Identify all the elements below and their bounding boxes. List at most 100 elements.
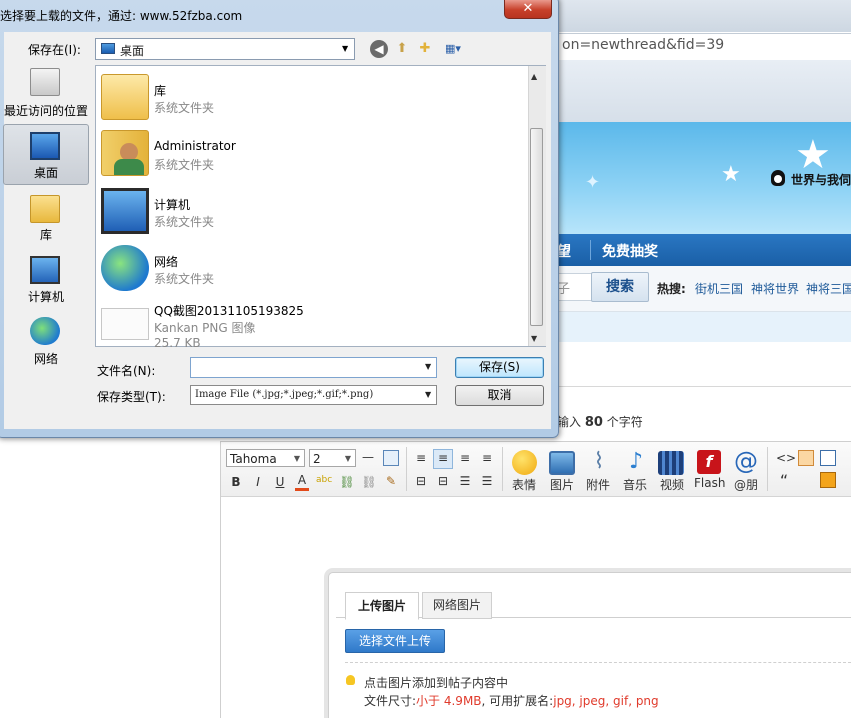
image-icon[interactable] bbox=[549, 451, 575, 475]
scrollbar-thumb[interactable] bbox=[530, 128, 543, 326]
file-item-name[interactable]: 库 bbox=[154, 82, 166, 99]
float-right-icon[interactable]: ⊟ bbox=[435, 473, 451, 489]
clear-format-icon[interactable]: ✎ bbox=[383, 473, 399, 489]
flash-icon[interactable]: f bbox=[697, 450, 721, 474]
free-icon[interactable] bbox=[798, 450, 814, 466]
hot-search-link[interactable]: 神将三国 bbox=[806, 280, 851, 297]
filename-label: 文件名(N): bbox=[97, 364, 156, 378]
music-note-icon[interactable]: ♪ bbox=[623, 450, 649, 474]
table-icon[interactable] bbox=[383, 450, 399, 466]
align-left-icon[interactable]: ≡ bbox=[413, 450, 429, 466]
font-color-button[interactable]: A bbox=[295, 472, 309, 491]
user-body-shape bbox=[114, 159, 144, 175]
save-in-value: 桌面 bbox=[120, 44, 145, 58]
highlight-icon[interactable]: abc bbox=[316, 472, 332, 488]
unlink-icon[interactable]: ⛓ bbox=[361, 474, 377, 490]
chevron-down-icon[interactable]: ▼ bbox=[425, 390, 431, 399]
file-item-name[interactable]: 计算机 bbox=[154, 196, 190, 213]
chevron-down-icon[interactable]: ▼ bbox=[425, 362, 431, 371]
align-center-icon[interactable]: ≡ bbox=[433, 449, 453, 469]
file-item-type: Kankan PNG 图像 bbox=[154, 321, 256, 335]
font-size-select[interactable]: 2 ▼ bbox=[309, 449, 356, 467]
choose-file-upload-button[interactable]: 选择文件上传 bbox=[345, 629, 445, 653]
back-icon[interactable]: ◀ bbox=[370, 40, 388, 58]
up-folder-icon[interactable]: ⬆ bbox=[393, 40, 411, 58]
network-globe-icon bbox=[101, 245, 149, 291]
qq-penguin-icon bbox=[771, 170, 785, 186]
align-justify-icon[interactable]: ≡ bbox=[479, 450, 495, 466]
underline-button[interactable]: U bbox=[273, 474, 287, 490]
file-item-type: 系统文件夹 bbox=[154, 101, 215, 115]
music-button-label[interactable]: 音乐 bbox=[623, 476, 647, 493]
place-library[interactable]: 库 bbox=[3, 226, 89, 243]
italic-button[interactable]: I bbox=[251, 474, 265, 490]
qq-login-link[interactable]: 世界与我伺 bbox=[791, 171, 851, 188]
tab-upload-image[interactable]: 上传图片 bbox=[345, 592, 419, 620]
filename-input[interactable] bbox=[190, 357, 437, 378]
nav-item-partial[interactable]: 望 bbox=[557, 241, 571, 261]
quote-icon[interactable]: “ bbox=[776, 473, 792, 489]
attachment-button-label[interactable]: 附件 bbox=[586, 476, 610, 493]
place-recent[interactable]: 最近访问的位置 bbox=[3, 102, 89, 119]
dialog-title: 选择要上载的文件，通过: www.52fzba.com bbox=[0, 9, 243, 23]
float-left-icon[interactable]: ⊟ bbox=[413, 473, 429, 489]
scroll-down-icon[interactable]: ▼ bbox=[531, 334, 537, 343]
hot-search-link[interactable]: 街机三国 bbox=[695, 280, 743, 297]
char-hint-prefix: 输入 bbox=[557, 415, 582, 429]
search-button[interactable]: 搜索 bbox=[591, 272, 649, 302]
library-folder-icon bbox=[101, 74, 149, 120]
view-menu-icon[interactable]: ▦▾ bbox=[440, 40, 466, 58]
browser-toolbar bbox=[555, 60, 851, 123]
file-item-type: 系统文件夹 bbox=[154, 158, 215, 172]
place-desktop[interactable]: 桌面 bbox=[3, 164, 89, 181]
place-computer[interactable]: 计算机 bbox=[3, 288, 89, 305]
save-button[interactable]: 保存(S) bbox=[455, 357, 544, 378]
divider bbox=[555, 386, 851, 387]
star-icon: ✦ bbox=[585, 172, 601, 193]
unordered-list-icon[interactable]: ☰ bbox=[479, 473, 495, 489]
limit-size-value: 小于 4.9MB bbox=[416, 694, 482, 708]
page-icon[interactable] bbox=[820, 450, 836, 466]
font-size-value: 2 bbox=[313, 452, 321, 466]
code-icon[interactable]: <> bbox=[776, 450, 796, 466]
file-item-name[interactable]: 网络 bbox=[154, 253, 178, 270]
filetype-select[interactable]: Image File (*.jpg;*.jpeg;*.gif;*.png) bbox=[190, 385, 437, 405]
at-icon[interactable]: @ bbox=[733, 449, 759, 473]
nav-item-lottery[interactable]: 免费抽奖 bbox=[602, 241, 658, 261]
font-family-select[interactable]: Tahoma ▼ bbox=[226, 449, 305, 467]
hot-search-link[interactable]: 神将世界 bbox=[751, 280, 799, 297]
cancel-button[interactable]: 取消 bbox=[455, 385, 544, 406]
paperclip-icon[interactable]: ⌇ bbox=[586, 450, 612, 474]
tab-web-image[interactable]: 网络图片 bbox=[422, 592, 492, 619]
scroll-up-icon[interactable]: ▲ bbox=[531, 72, 537, 81]
link-icon[interactable]: ⛓ bbox=[339, 474, 355, 490]
video-button-label[interactable]: 视频 bbox=[660, 476, 684, 493]
ordered-list-icon[interactable]: ☰ bbox=[457, 473, 473, 489]
file-item-type: 系统文件夹 bbox=[154, 272, 215, 286]
lightbulb-icon bbox=[346, 675, 355, 685]
limit-ext-value: jpg, jpeg, gif, png bbox=[553, 694, 659, 708]
hide-icon[interactable] bbox=[820, 472, 836, 488]
align-right-icon[interactable]: ≡ bbox=[457, 450, 473, 466]
site-nav-bar bbox=[555, 234, 851, 266]
file-item-name[interactable]: QQ截图20131105193825 bbox=[154, 302, 304, 319]
flash-button-label[interactable]: Flash bbox=[694, 476, 725, 490]
smiley-icon[interactable] bbox=[512, 450, 537, 475]
star-icon: ★ bbox=[721, 162, 741, 187]
bold-button[interactable]: B bbox=[229, 474, 243, 490]
filetype-label: 保存类型(T): bbox=[97, 390, 166, 404]
image-button-label[interactable]: 图片 bbox=[550, 476, 574, 493]
file-item-name[interactable]: Administrator bbox=[154, 139, 236, 153]
breadcrumb-strip bbox=[555, 312, 851, 342]
new-folder-icon[interactable]: ✚ bbox=[416, 40, 434, 58]
toolbar-separator bbox=[406, 447, 407, 491]
search-input[interactable]: 子 bbox=[555, 273, 592, 301]
emoji-button-label[interactable]: 表情 bbox=[512, 476, 536, 493]
computer-icon bbox=[30, 256, 60, 284]
horizontal-rule-icon[interactable]: — bbox=[361, 449, 375, 465]
close-button[interactable]: ✕ bbox=[504, 0, 552, 19]
mention-button-label[interactable]: @朋 bbox=[734, 476, 758, 493]
video-icon[interactable] bbox=[658, 451, 684, 475]
place-network[interactable]: 网络 bbox=[3, 350, 89, 367]
address-bar-url: on=newthread&fid=39 bbox=[562, 37, 725, 53]
